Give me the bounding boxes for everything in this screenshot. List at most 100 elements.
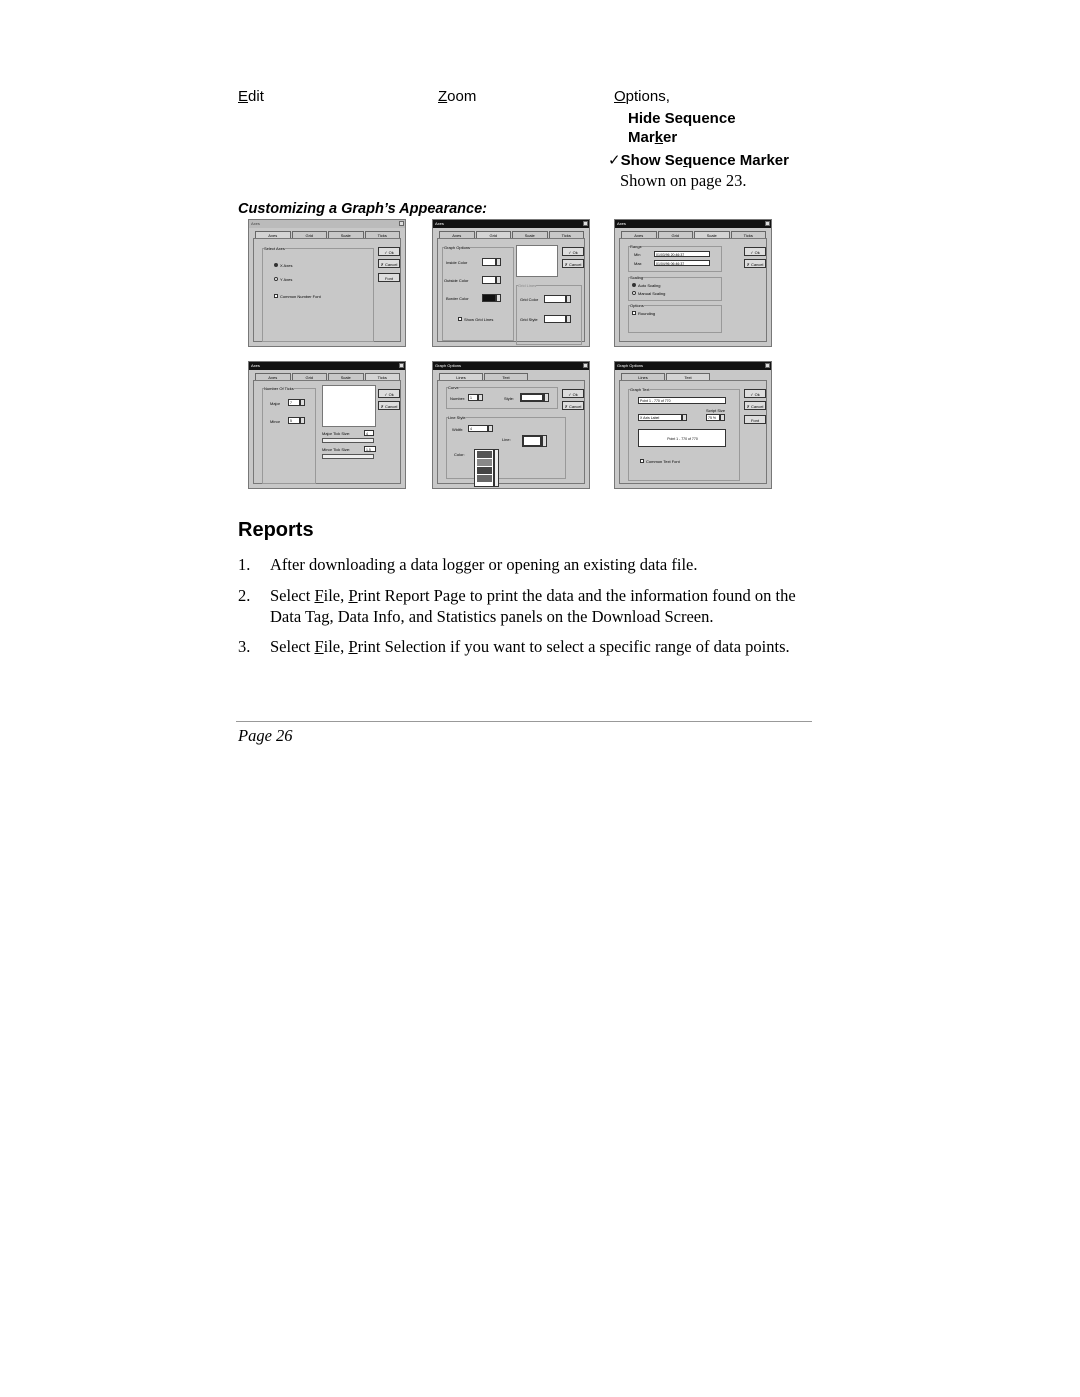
figure-caption: Customizing a Graph’s Appearance: [238, 201, 487, 217]
major-ticks-select: 7 [288, 399, 300, 406]
group-label: Scaling [630, 275, 644, 280]
options-group [628, 305, 722, 333]
group-label: Graph Text [630, 387, 650, 392]
text-preview: Point 1 - 770 of 770 [638, 429, 726, 447]
close-icon [399, 221, 404, 226]
menu-edit-mnemonic: E [238, 88, 249, 105]
major-label: Major [270, 401, 281, 406]
inside-color-swatch [482, 258, 496, 266]
step-text: After downloading a data logger or openi… [270, 554, 815, 575]
color-dropdown-list [474, 449, 494, 487]
ticks-preview-plot [322, 385, 376, 427]
menu-options-mnemonic: O [614, 88, 626, 105]
mnemonic: P [348, 637, 358, 656]
checkbox-common-number-font [274, 294, 278, 298]
screenshot-ticks-tab: Axes Axes Grid Scale Ticks Number Of Tic… [248, 361, 406, 489]
group-label: Number Of Ticks [264, 386, 294, 391]
screenshot-axes-tab: Axes Axes Grid Scale Ticks Select Axes X… [248, 219, 406, 347]
checkbox-label: Common Number Font [280, 294, 321, 299]
minor-tick-size-label: Minor Tick Size: [322, 447, 351, 452]
radio-label: Manual Scaling [638, 291, 666, 296]
text: Show Se [620, 152, 684, 169]
major-tick-size-label: Major Tick Size: [322, 431, 351, 436]
dropdown-arrow-icon [544, 393, 549, 402]
menu-item-hide-line1: Hide Sequence [628, 110, 736, 127]
color-option [477, 467, 492, 474]
text: After downloading a data logger or openi… [270, 555, 698, 574]
step-text: Select File, Print Report Page to print … [270, 585, 815, 627]
dialog-title: Axes [617, 221, 626, 226]
group-label: Range [630, 244, 642, 249]
dialog-title: Axes [251, 363, 260, 368]
curve-number-select: 1 [468, 394, 478, 401]
mnemonic: k [654, 129, 664, 146]
menu-options-rest: ptions, [625, 88, 670, 105]
dropdown-arrow-icon [566, 315, 571, 323]
menu-item-hide-line2: Marker [628, 128, 736, 147]
group-label: Select Axes [264, 246, 285, 251]
cancel-button: ✗ Cancel [378, 401, 400, 410]
menu-zoom: Zoom [438, 88, 476, 105]
font-button: Font [744, 415, 766, 424]
dropdown-arrow-icon [682, 414, 687, 421]
dialog-body: Curve Number: 1 Style: Line Style Width:… [437, 380, 585, 487]
close-icon [765, 221, 770, 226]
menu-zoom-rest: oom [447, 88, 477, 105]
text: ile, [323, 586, 349, 605]
number-label: Number: [450, 396, 466, 401]
text: Select [270, 637, 315, 656]
radio-auto-scaling [632, 283, 636, 287]
major-tick-size-scrollbar [322, 438, 374, 443]
field-label: Grid Color [520, 297, 539, 302]
range-min-label: Min [634, 252, 641, 257]
radio-label: Y Axes [280, 277, 293, 282]
text: ile, [323, 637, 349, 656]
text: er [663, 129, 678, 146]
script-size-select: 75 % [706, 414, 720, 421]
border-color-swatch [482, 294, 496, 302]
mnemonic: q [683, 152, 693, 169]
dropdown-arrow-icon [496, 294, 501, 302]
dialog-title: Graph Options [435, 363, 462, 368]
menu-item-hide-sequence-marker: Hide Sequence Marker [628, 109, 736, 147]
page-number: Page 26 [238, 726, 293, 745]
dialog-body: Select Axes X Axes Y Axes Common Number … [253, 238, 401, 342]
line-label: Line: [502, 437, 511, 442]
checkbox-common-text-font [640, 459, 644, 463]
group-label: Grid Lines [518, 283, 537, 288]
dialog-body: Number Of Ticks Major 7 Minor 5 Major Ti… [253, 380, 401, 484]
radio-label: Auto Scaling [638, 283, 661, 288]
close-icon [399, 363, 404, 368]
minor-tick-size-field: 1.5 [364, 446, 376, 452]
radio-label: X Axes [280, 263, 293, 268]
ok-button: ✓ Ok [562, 247, 584, 256]
step-text: Select File, Print Selection if you want… [270, 636, 815, 657]
dialog-body: Graph Text Point 1 - 770 of 770 X Axis L… [619, 380, 767, 484]
range-max-label: Max [634, 261, 642, 266]
field-label: Inside Color [446, 260, 468, 265]
text: uence Marker [692, 152, 789, 169]
dialog-titlebar: Axes [433, 220, 589, 228]
curve-style-swatch [520, 393, 544, 402]
cancel-button: ✗ Cancel [378, 259, 400, 268]
group-label: Graph Options [444, 245, 471, 250]
radio-y-axes [274, 277, 278, 281]
ok-button: ✓ Ok [744, 247, 766, 256]
color-option [477, 451, 492, 458]
field-label: Grid Style [520, 317, 538, 322]
close-icon [583, 221, 588, 226]
ok-button: ✓ Ok [562, 389, 584, 398]
dialog-title: Graph Options [617, 363, 644, 368]
dropdown-arrow-icon [300, 399, 305, 406]
grid-color-swatch [544, 295, 566, 303]
screenshot-text-tab: Graph Options Lines Text Graph Text Poin… [614, 361, 772, 489]
line-style-group [446, 417, 566, 479]
ok-button: ✓ Ok [378, 247, 400, 256]
dropdown-arrow-icon [478, 394, 483, 401]
group-label: Options [630, 303, 644, 308]
step-number: 1. [238, 555, 251, 574]
cancel-button: ✗ Cancel [562, 259, 584, 268]
range-group [628, 246, 722, 272]
font-button: Font [378, 273, 400, 282]
dropdown-arrow-icon [300, 417, 305, 424]
